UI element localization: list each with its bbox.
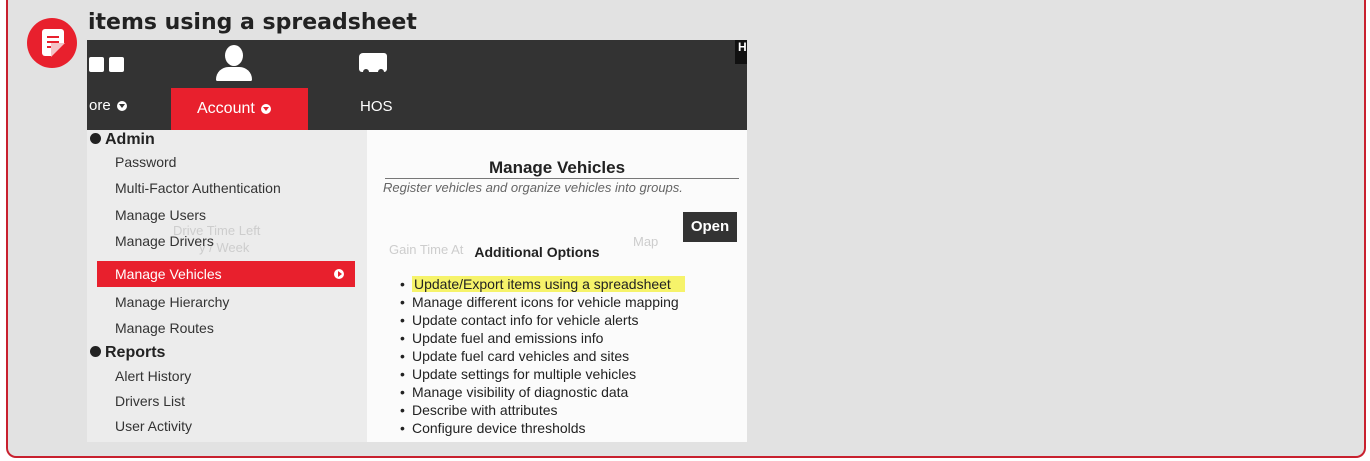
chevron-down-icon bbox=[116, 101, 127, 111]
menu-item-mfa[interactable]: Multi-Factor Authentication bbox=[115, 180, 281, 196]
option-contact-info[interactable]: Update contact info for vehicle alerts bbox=[400, 311, 685, 329]
account-menu: Drive Time Left y / Week Admin Password … bbox=[87, 130, 367, 442]
corner-tab[interactable]: H bbox=[735, 40, 747, 64]
divider bbox=[385, 178, 739, 179]
option-multiple-settings[interactable]: Update settings for multiple vehicles bbox=[400, 365, 685, 383]
chevron-right-icon bbox=[334, 269, 344, 279]
menu-item-user-activity[interactable]: User Activity bbox=[115, 418, 192, 434]
reports-section-title: Reports bbox=[90, 344, 165, 362]
menu-item-manage-vehicles[interactable]: Manage Vehicles bbox=[97, 261, 355, 287]
option-update-export-spreadsheet[interactable]: Update/Export items using a spreadsheet bbox=[400, 275, 685, 293]
grid-icon-2 bbox=[109, 57, 124, 72]
bullet-icon bbox=[90, 346, 101, 357]
menu-item-manage-drivers[interactable]: Manage Drivers bbox=[115, 233, 214, 249]
manage-vehicles-panel: Gain Time At Map Manage Vehicles Registe… bbox=[367, 130, 747, 442]
option-attributes[interactable]: Describe with attributes bbox=[400, 401, 685, 419]
callout-heading: items using a spreadsheet bbox=[88, 10, 417, 35]
embedded-screenshot: ore Account HOS H Drive Time Left y / We… bbox=[87, 40, 747, 442]
menu-item-alert-history[interactable]: Alert History bbox=[115, 368, 191, 384]
top-nav-bar: ore Account HOS H bbox=[87, 40, 747, 130]
nav-more[interactable]: ore bbox=[89, 97, 127, 114]
option-diagnostic-visibility[interactable]: Manage visibility of diagnostic data bbox=[400, 383, 685, 401]
open-button[interactable]: Open bbox=[683, 212, 737, 242]
admin-section-title: Admin bbox=[90, 131, 155, 149]
grid-icon bbox=[89, 57, 104, 72]
option-fuel-emissions[interactable]: Update fuel and emissions info bbox=[400, 329, 685, 347]
menu-item-drivers-list[interactable]: Drivers List bbox=[115, 393, 185, 409]
option-device-thresholds[interactable]: Configure device thresholds bbox=[400, 419, 685, 437]
option-manage-icons[interactable]: Manage different icons for vehicle mappi… bbox=[400, 293, 685, 311]
panel-subtitle: Register vehicles and organize vehicles … bbox=[383, 180, 683, 195]
menu-item-manage-users[interactable]: Manage Users bbox=[115, 207, 206, 223]
note-icon bbox=[27, 18, 77, 68]
additional-options-title: Additional Options bbox=[474, 244, 600, 260]
menu-item-manage-routes[interactable]: Manage Routes bbox=[115, 320, 214, 336]
options-list: Update/Export items using a spreadsheet … bbox=[400, 275, 685, 437]
bullet-icon bbox=[90, 133, 101, 144]
panel-title: Manage Vehicles bbox=[488, 158, 626, 177]
nav-account[interactable]: Account bbox=[171, 88, 308, 130]
menu-item-manage-hierarchy[interactable]: Manage Hierarchy bbox=[115, 294, 229, 310]
nav-hos[interactable]: HOS bbox=[360, 98, 393, 115]
option-fuel-card[interactable]: Update fuel card vehicles and sites bbox=[400, 347, 685, 365]
chevron-down-icon bbox=[260, 104, 271, 114]
menu-item-password[interactable]: Password bbox=[115, 154, 176, 170]
